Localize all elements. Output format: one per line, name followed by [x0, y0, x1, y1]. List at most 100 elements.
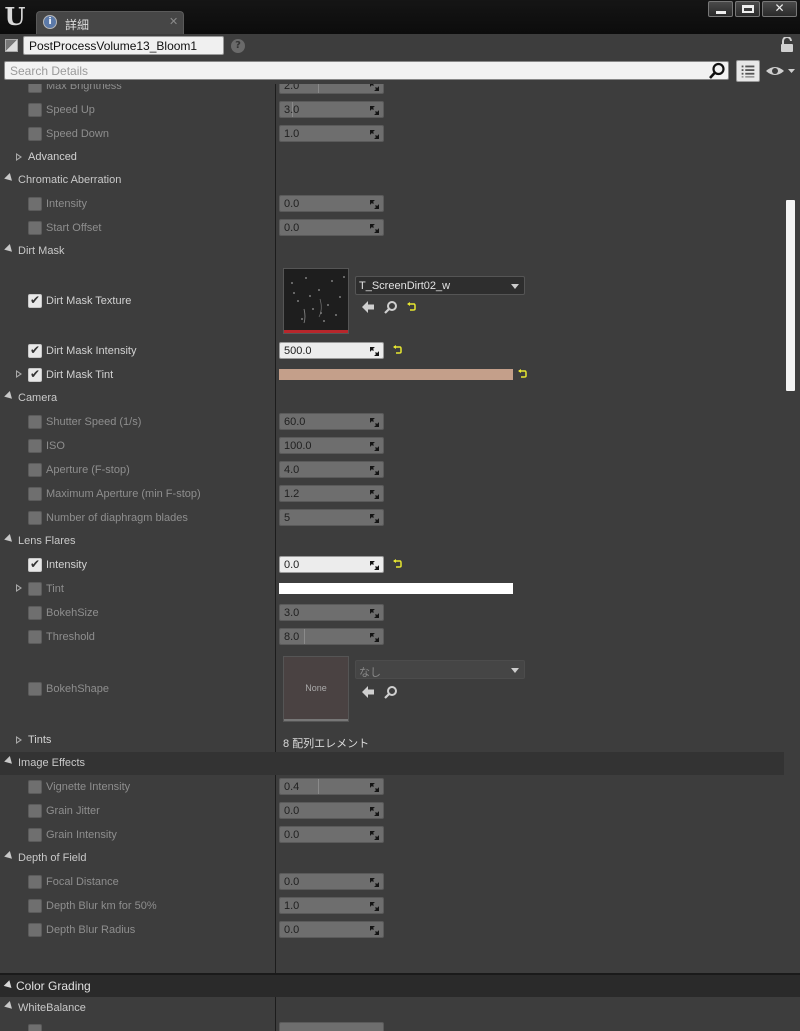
property-value-field[interactable]: 4.0	[279, 461, 384, 478]
property-value-field[interactable]: 3.0	[279, 101, 384, 118]
property-row[interactable]: Focal Distance 0.0	[0, 870, 784, 894]
property-value-field[interactable]: 1.2	[279, 485, 384, 502]
color-swatch[interactable]	[279, 369, 513, 380]
category-white-balance[interactable]: WhiteBalance	[0, 997, 784, 1020]
asset-thumbnail[interactable]	[283, 268, 349, 334]
property-override-checkbox[interactable]	[28, 557, 42, 572]
asset-thumbnail[interactable]: None	[283, 656, 349, 722]
property-override-checkbox[interactable]	[28, 367, 42, 382]
property-override-checkbox[interactable]	[28, 343, 42, 358]
property-row[interactable]: Maximum Aperture (min F-stop) 1.2	[0, 482, 784, 506]
property-value-field[interactable]: 0.0	[279, 195, 384, 212]
property-override-checkbox[interactable]	[28, 804, 42, 818]
property-override-checkbox[interactable]	[28, 197, 42, 211]
property-override-checkbox[interactable]	[28, 293, 42, 308]
expand-arrow-icon[interactable]	[16, 370, 22, 378]
view-options-icon[interactable]	[736, 60, 760, 82]
property-row[interactable]: Tints 8 配列エレメント	[0, 729, 784, 752]
reset-to-default-icon[interactable]	[392, 559, 402, 569]
property-value-field[interactable]	[279, 1022, 384, 1031]
asset-picker-combo[interactable]: なし	[355, 660, 525, 679]
property-override-checkbox[interactable]	[28, 630, 42, 644]
property-row[interactable]: Depth Blur km for 50% 1.0	[0, 894, 784, 918]
property-override-checkbox[interactable]	[28, 103, 42, 117]
property-value-field[interactable]: 2.0	[279, 84, 384, 94]
close-button[interactable]: ✕	[762, 1, 797, 17]
property-row[interactable]: Speed Down 1.0	[0, 122, 784, 146]
property-row[interactable]: Number of diaphragm blades 5	[0, 506, 784, 530]
property-row[interactable]: Advanced	[0, 146, 784, 169]
property-override-checkbox[interactable]	[28, 487, 42, 501]
property-value-field[interactable]: 100.0	[279, 437, 384, 454]
property-value-field[interactable]: 0.4	[279, 778, 384, 795]
property-row[interactable]: Dirt Mask Tint	[0, 363, 784, 387]
property-row[interactable]: Dirt Mask Intensity 500.0	[0, 339, 784, 363]
category-image-effects[interactable]: Image Effects	[0, 752, 784, 775]
reset-to-default-icon[interactable]	[517, 369, 527, 379]
maximize-button[interactable]	[735, 1, 760, 17]
property-override-checkbox[interactable]	[28, 828, 42, 842]
tab-details[interactable]: i 詳細 ✕	[36, 11, 184, 34]
expand-arrow-icon[interactable]	[16, 584, 22, 592]
reset-to-default-icon[interactable]	[392, 345, 402, 355]
property-value-field[interactable]: 1.0	[279, 897, 384, 914]
property-value-field[interactable]: 0.0	[279, 921, 384, 938]
use-selected-asset-icon[interactable]	[361, 685, 375, 699]
property-override-checkbox[interactable]	[28, 463, 42, 477]
category-depth-of-field[interactable]: Depth of Field	[0, 847, 784, 870]
property-value-field[interactable]: 3.0	[279, 604, 384, 621]
section-color-grading[interactable]: Color Grading	[0, 973, 800, 997]
property-row[interactable]: BokehSize 3.0	[0, 601, 784, 625]
help-icon[interactable]: ?	[231, 39, 245, 53]
property-row[interactable]: Depth Blur Radius 0.0	[0, 918, 784, 942]
property-value-field[interactable]: 0.0	[279, 219, 384, 236]
property-row[interactable]: Grain Intensity 0.0	[0, 823, 784, 847]
property-override-checkbox[interactable]	[28, 221, 42, 235]
property-row[interactable]: Threshold 8.0	[0, 625, 784, 649]
property-row[interactable]: Intensity 0.0	[0, 553, 784, 577]
category-chromatic-aberration[interactable]: Chromatic Aberration	[0, 169, 784, 192]
color-swatch[interactable]	[279, 583, 513, 594]
property-row[interactable]: Max Brightness 2.0	[0, 84, 784, 98]
scrollbar-thumb[interactable]	[786, 200, 795, 391]
property-row[interactable]: Shutter Speed (1/s) 60.0	[0, 410, 784, 434]
property-override-checkbox[interactable]	[28, 875, 42, 889]
actor-name-field[interactable]: PostProcessVolume13_Bloom1	[23, 36, 224, 55]
property-row[interactable]: Tint	[0, 577, 784, 601]
category-lens-flares[interactable]: Lens Flares	[0, 530, 784, 553]
property-row[interactable]: BokehShape None なし	[0, 649, 784, 729]
asset-picker-combo[interactable]: T_ScreenDirt02_w	[355, 276, 525, 295]
property-value-field[interactable]: 1.0	[279, 125, 384, 142]
expand-arrow-icon[interactable]	[16, 153, 22, 161]
property-override-checkbox[interactable]	[28, 923, 42, 937]
property-value-field[interactable]: 0.0	[279, 873, 384, 890]
eye-icon[interactable]	[765, 63, 797, 79]
property-value-field[interactable]: 0.0	[279, 802, 384, 819]
property-override-checkbox[interactable]	[28, 439, 42, 453]
property-override-checkbox[interactable]	[28, 127, 42, 141]
property-override-checkbox[interactable]	[28, 682, 42, 696]
search-input[interactable]: Search Details	[4, 61, 729, 80]
property-value-field[interactable]: 0.0	[279, 556, 384, 573]
property-value-field[interactable]: 8.0	[279, 628, 384, 645]
property-override-checkbox[interactable]	[28, 84, 42, 93]
property-override-checkbox[interactable]	[28, 511, 42, 525]
property-row[interactable]: Intensity 0.0	[0, 192, 784, 216]
reset-to-default-icon[interactable]	[406, 302, 416, 312]
property-override-checkbox[interactable]	[28, 415, 42, 429]
property-row[interactable]: Start Offset 0.0	[0, 216, 784, 240]
property-row[interactable]: ISO 100.0	[0, 434, 784, 458]
tab-close-icon[interactable]: ✕	[169, 15, 178, 28]
category-dirt-mask[interactable]: Dirt Mask	[0, 240, 784, 263]
property-row[interactable]: Speed Up 3.0	[0, 98, 784, 122]
expand-arrow-icon[interactable]	[16, 736, 22, 744]
browse-asset-icon[interactable]	[384, 300, 398, 314]
lock-icon[interactable]	[780, 37, 794, 53]
property-row[interactable]: Aperture (F-stop) 4.0	[0, 458, 784, 482]
property-row[interactable]: Dirt Mask Texture T_ScreenDirt02_w	[0, 263, 784, 339]
property-value-field[interactable]: 500.0	[279, 342, 384, 359]
property-override-checkbox[interactable]	[28, 582, 42, 596]
minimize-button[interactable]	[708, 1, 733, 17]
property-override-checkbox[interactable]	[28, 780, 42, 794]
property-row[interactable]: Grain Jitter 0.0	[0, 799, 784, 823]
